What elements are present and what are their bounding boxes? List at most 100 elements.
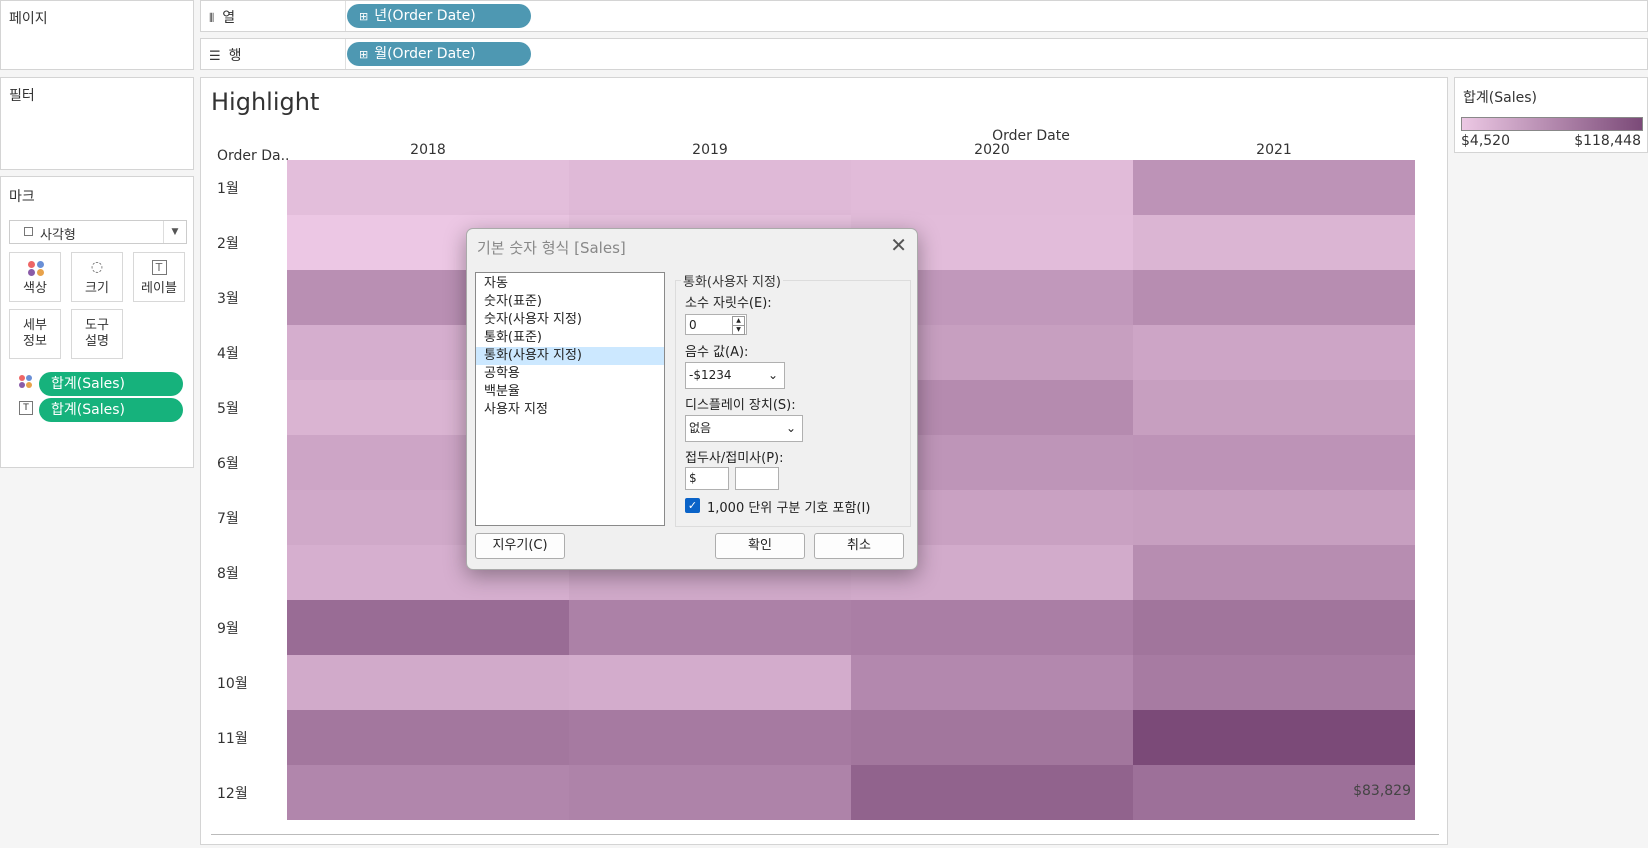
- tooltip-button[interactable]: 도구 설명: [71, 309, 123, 359]
- row-label: 7월: [217, 511, 239, 527]
- heatmap-cell[interactable]: [851, 600, 1133, 655]
- chevron-down-icon: ⌄: [767, 368, 778, 382]
- text-t-icon: T: [134, 259, 184, 277]
- list-item[interactable]: 사용자 지정: [476, 401, 664, 419]
- marks-panel: 마크 사각형 ▼ 색상 ◌ 크기 T 레이블 세부 정보 도구 설명 합계(Sa…: [0, 176, 194, 468]
- ok-button[interactable]: 확인: [715, 533, 805, 559]
- column-label-2021: 2021: [1256, 142, 1292, 158]
- heatmap-cell[interactable]: [851, 710, 1133, 765]
- shelf-divider: [345, 1, 346, 31]
- row-label: 11월: [217, 731, 248, 747]
- filters-title: 필터: [9, 88, 35, 104]
- rows-shelf[interactable]: ☰ 행 ⊞ 월(Order Date): [200, 38, 1648, 70]
- prefix-suffix-label: 접두사/접미사(P):: [685, 451, 784, 466]
- prefix-input[interactable]: $: [685, 467, 729, 490]
- detail-button-label: 세부 정보: [23, 318, 47, 349]
- heatmap-cell[interactable]: [1133, 710, 1415, 765]
- thousands-label: 1,000 단위 구분 기호 포함(I): [707, 501, 871, 516]
- heatmap-cell[interactable]: [1133, 380, 1415, 435]
- list-item-selected[interactable]: 통화(사용자 지정): [476, 347, 664, 365]
- heatmap-cell[interactable]: [851, 765, 1133, 820]
- rows-shelf-label: ☰ 행: [209, 48, 242, 64]
- table-bottom-border: [211, 834, 1439, 835]
- legend-max-label: $118,448: [1574, 133, 1641, 149]
- close-icon[interactable]: ✕: [890, 233, 907, 257]
- rows-icon: ☰: [209, 49, 221, 64]
- size-button[interactable]: ◌ 크기: [71, 252, 123, 302]
- legend-min-label: $4,520: [1461, 133, 1510, 149]
- thousands-checkbox[interactable]: ✓: [685, 498, 700, 513]
- column-label-2018: 2018: [410, 142, 446, 158]
- heatmap-cell[interactable]: [287, 655, 569, 710]
- size-icon: ◌: [90, 259, 104, 275]
- heatmap-cell[interactable]: [1133, 600, 1415, 655]
- color-field-pill[interactable]: 합계(Sales): [39, 372, 183, 396]
- clear-button[interactable]: 지우기(C): [475, 533, 565, 559]
- heatmap-cell[interactable]: [569, 710, 851, 765]
- suffix-input[interactable]: [735, 467, 779, 490]
- columns-pill[interactable]: ⊞ 년(Order Date): [347, 4, 531, 28]
- mark-type-dropdown[interactable]: 사각형 ▼: [9, 220, 187, 244]
- list-item[interactable]: 공학용: [476, 365, 664, 383]
- rows-pill[interactable]: ⊞ 월(Order Date): [347, 42, 531, 66]
- prefix-value: $: [689, 471, 697, 485]
- negative-select[interactable]: -$1234 ⌄: [685, 362, 785, 389]
- list-item[interactable]: 숫자(사용자 지정): [476, 311, 664, 329]
- heatmap-cell[interactable]: [1133, 435, 1415, 490]
- label-button-label: 레이블: [141, 281, 177, 296]
- heatmap-cell[interactable]: [287, 600, 569, 655]
- heatmap-cell[interactable]: [851, 160, 1133, 215]
- heatmap-cell[interactable]: [1133, 160, 1415, 215]
- row-label: 2월: [217, 236, 239, 252]
- negative-label: 음수 값(A):: [685, 345, 749, 360]
- heatmap-cell[interactable]: [569, 765, 851, 820]
- heatmap-cell[interactable]: [1133, 215, 1415, 270]
- heatmap-cell[interactable]: [1133, 655, 1415, 710]
- heatmap-cell[interactable]: [1133, 490, 1415, 545]
- label-field-label: 합계(Sales): [51, 402, 125, 418]
- color-button[interactable]: 색상: [9, 252, 61, 302]
- list-item[interactable]: 통화(표준): [476, 329, 664, 347]
- heatmap-cell[interactable]: [1133, 270, 1415, 325]
- dialog-title: 기본 숫자 형식 [Sales]: [477, 239, 626, 257]
- heatmap-cell[interactable]: [287, 765, 569, 820]
- row-label: 4월: [217, 346, 239, 362]
- heatmap-cell[interactable]: [851, 655, 1133, 710]
- square-icon: [24, 227, 33, 236]
- color-field-label: 합계(Sales): [51, 376, 125, 392]
- format-list[interactable]: 자동 숫자(표준) 숫자(사용자 지정) 통화(표준) 통화(사용자 지정) 공…: [475, 272, 665, 526]
- columns-shelf[interactable]: ⦀ 열 ⊞ 년(Order Date): [200, 0, 1648, 32]
- legend-gradient-bar[interactable]: [1461, 117, 1643, 131]
- list-item[interactable]: 자동: [476, 275, 664, 293]
- mark-value-label: $83,829: [1353, 783, 1411, 799]
- heatmap-cell[interactable]: [569, 655, 851, 710]
- rows-pill-label: 월(Order Date): [374, 46, 476, 62]
- decimals-label: 소수 자릿수(E):: [685, 296, 772, 311]
- heatmap-cell[interactable]: [1133, 545, 1415, 600]
- stepper-down-icon[interactable]: ▼: [732, 325, 745, 335]
- tooltip-button-label: 도구 설명: [85, 318, 109, 349]
- row-label: 1월: [217, 181, 239, 197]
- heatmap-cell[interactable]: [287, 160, 569, 215]
- color-button-label: 색상: [23, 281, 47, 296]
- color-dots-icon: [10, 259, 60, 277]
- row-label: 8월: [217, 566, 239, 582]
- cancel-button[interactable]: 취소: [814, 533, 904, 559]
- columns-shelf-label: ⦀ 열: [209, 10, 236, 26]
- heatmap-cell[interactable]: [287, 710, 569, 765]
- marks-title: 마크: [9, 189, 35, 205]
- heatmap-cell[interactable]: [1133, 325, 1415, 380]
- label-field-pill[interactable]: 합계(Sales): [39, 398, 183, 422]
- display-units-value: 없음: [689, 421, 712, 435]
- filters-panel[interactable]: 필터: [0, 77, 194, 170]
- list-item[interactable]: 백분율: [476, 383, 664, 401]
- columns-icon: ⦀: [209, 11, 215, 25]
- detail-button[interactable]: 세부 정보: [9, 309, 61, 359]
- list-item[interactable]: 숫자(표준): [476, 293, 664, 311]
- row-label: 9월: [217, 621, 239, 637]
- heatmap-cell[interactable]: [569, 160, 851, 215]
- heatmap-cell[interactable]: [569, 600, 851, 655]
- display-units-select[interactable]: 없음 ⌄: [685, 415, 803, 442]
- label-button[interactable]: T 레이블: [133, 252, 185, 302]
- decimals-stepper[interactable]: 0 ▲ ▼: [685, 314, 747, 335]
